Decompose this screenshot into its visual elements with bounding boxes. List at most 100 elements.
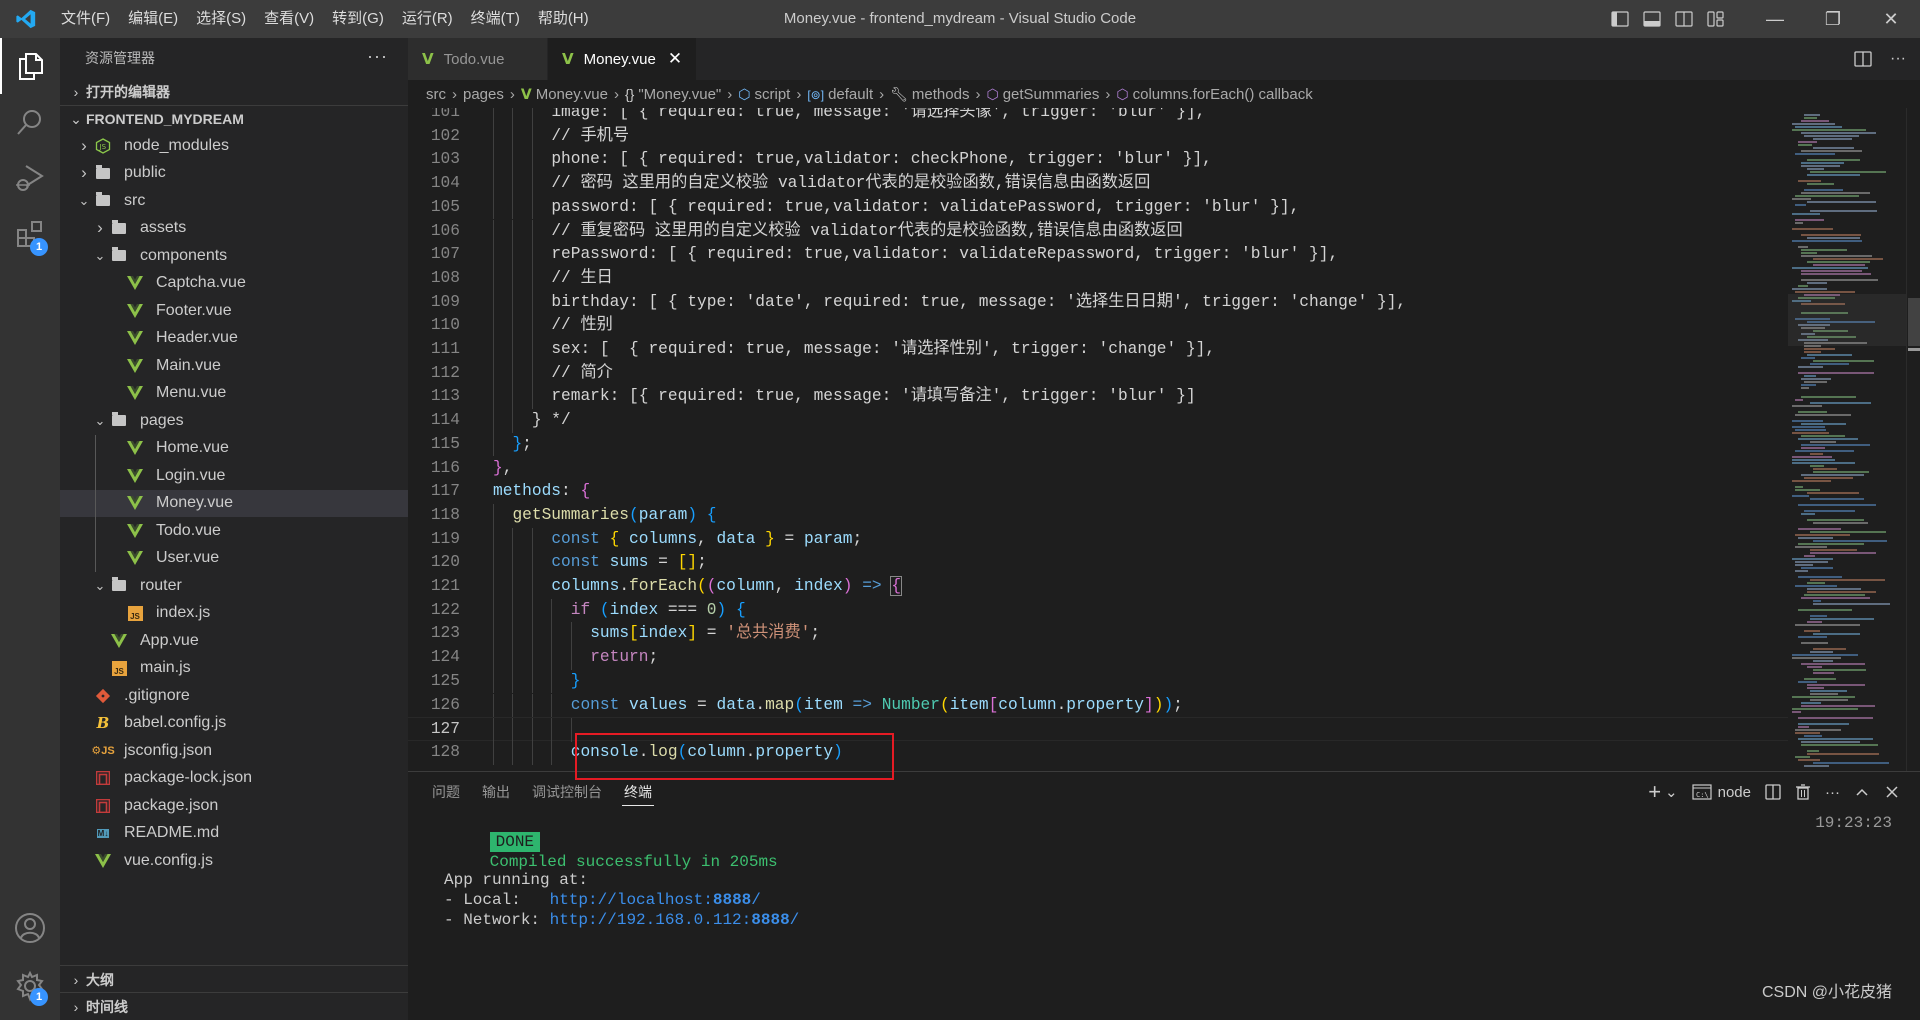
breadcrumb-item[interactable]: src	[426, 86, 446, 103]
tree-file[interactable]: .gitignore	[60, 682, 408, 710]
code-line[interactable]: 122 if (index === 0) {	[408, 598, 1788, 623]
toggle-sidebar-button[interactable]	[1604, 0, 1636, 38]
tab-todo-vue[interactable]: V Todo.vue	[408, 38, 548, 80]
code-line[interactable]: 115};	[408, 432, 1788, 457]
split-terminal-icon[interactable]	[1765, 784, 1781, 800]
tree-file[interactable]: package-lock.json	[60, 765, 408, 793]
tree-file[interactable]: ⚙JS jsconfig.json	[60, 737, 408, 765]
close-tab-icon[interactable]: ✕	[668, 49, 682, 69]
code-line[interactable]: 109 birthday: [ { type: 'date', required:…	[408, 290, 1788, 315]
breadcrumb-item[interactable]: {} "Money.vue"	[625, 86, 721, 103]
activity-run-debug[interactable]	[0, 150, 60, 206]
menu-help[interactable]: 帮助(H)	[529, 0, 598, 38]
breadcrumb-item[interactable]: pages	[463, 86, 504, 103]
trash-icon[interactable]	[1795, 784, 1811, 800]
tree-folder[interactable]: ⌄ router	[60, 572, 408, 600]
minimap[interactable]	[1788, 108, 1906, 771]
new-terminal-icon[interactable]: +	[1648, 779, 1661, 805]
menu-selection[interactable]: 选择(S)	[187, 0, 255, 38]
code-line[interactable]: 110 // 性别	[408, 314, 1788, 338]
code-line[interactable]: 102 // 手机号	[408, 124, 1788, 149]
code-editor[interactable]: 101 image: [ { required: true, message: '…	[408, 108, 1788, 771]
vertical-scrollbar[interactable]	[1906, 108, 1920, 771]
tree-file[interactable]: vue.config.js	[60, 847, 408, 875]
tree-folder[interactable]: › JS node_modules	[60, 132, 408, 160]
code-line[interactable]: 101 image: [ { required: true, message: '…	[408, 108, 1788, 125]
toggle-secondary-sidebar-button[interactable]	[1668, 0, 1700, 38]
code-line[interactable]: 113 remark: [{ required: true, message: '…	[408, 385, 1788, 410]
tree-file[interactable]: package.json	[60, 792, 408, 820]
breadcrumb-item[interactable]: [⊚] default	[807, 86, 873, 103]
code-line[interactable]: 106 // 重复密码 这里用的自定义校验 validator代表的是校验函数,错…	[408, 219, 1788, 244]
tree-file[interactable]: Bbabel.config.js	[60, 710, 408, 738]
split-editor-icon[interactable]	[1854, 51, 1872, 67]
tree-file[interactable]: User.vue	[60, 545, 408, 573]
activity-extensions[interactable]: 1	[0, 206, 60, 262]
tree-file[interactable]: M↓ README.md	[60, 820, 408, 848]
code-line[interactable]: 121 columns.forEach((column, index) => {	[408, 575, 1788, 599]
panel-tab-output[interactable]: 输出	[482, 772, 510, 812]
menu-terminal[interactable]: 终端(T)	[462, 0, 529, 38]
menu-view[interactable]: 查看(V)	[255, 0, 323, 38]
minimap-viewport[interactable]	[1788, 294, 1906, 346]
tree-file[interactable]: App.vue	[60, 627, 408, 655]
code-line[interactable]: 107 rePassword: [ { required: true,valida…	[408, 243, 1788, 267]
tree-file[interactable]: Main.vue	[60, 352, 408, 380]
code-line[interactable]: 114} */	[408, 409, 1788, 433]
minimize-button[interactable]: —	[1746, 0, 1804, 38]
menu-go[interactable]: 转到(G)	[323, 0, 393, 38]
tree-folder[interactable]: ⌄ src	[60, 187, 408, 215]
tree-file[interactable]: Header.vue	[60, 325, 408, 353]
toggle-panel-button[interactable]	[1636, 0, 1668, 38]
terminal-selector[interactable]: C:\ node	[1692, 784, 1751, 801]
menu-run[interactable]: 运行(R)	[393, 0, 462, 38]
tree-file[interactable]: Home.vue	[60, 435, 408, 463]
breadcrumb-item[interactable]: 🔧︎ methods	[890, 86, 969, 103]
code-line[interactable]: 104 // 密码 这里用的自定义校验 validator代表的是校验函数,错误信…	[408, 172, 1788, 196]
open-editors-section[interactable]: › 打开的编辑器	[60, 78, 408, 105]
scrollbar-thumb[interactable]	[1908, 298, 1920, 346]
close-window-button[interactable]: ✕	[1862, 0, 1920, 38]
code-line[interactable]: 125}	[408, 669, 1788, 694]
menu-file[interactable]: 文件(F)	[52, 0, 119, 38]
code-line[interactable]: 118 getSummaries(param) {	[408, 503, 1788, 528]
code-line[interactable]: 117 methods: {	[408, 480, 1788, 504]
tree-file[interactable]: JS index.js	[60, 600, 408, 628]
code-line[interactable]: 105 password: [ { required: true,validato…	[408, 195, 1788, 220]
more-actions-icon[interactable]: ···	[1890, 50, 1906, 68]
tree-folder[interactable]: ⌄ pages	[60, 407, 408, 435]
tree-folder[interactable]: ⌄ components	[60, 242, 408, 270]
tab-money-vue[interactable]: V Money.vue ✕	[548, 38, 698, 80]
panel-tab-problems[interactable]: 问题	[432, 772, 460, 812]
activity-accounts[interactable]	[0, 900, 60, 956]
activity-explorer[interactable]	[0, 38, 60, 94]
code-line[interactable]: 111 sex: [ { required: true, message: '请选…	[408, 338, 1788, 362]
restore-button[interactable]: ❐	[1804, 0, 1862, 38]
breadcrumb-item[interactable]: ⬡ columns.forEach() callback	[1116, 86, 1312, 103]
timeline-section[interactable]: › 时间线	[60, 992, 408, 1020]
outline-section[interactable]: › 大纲	[60, 965, 408, 993]
code-line[interactable]: 120 const sums = [];	[408, 551, 1788, 575]
code-line[interactable]: 126 const values = data.map(item => Numbe…	[408, 693, 1788, 718]
tree-file[interactable]: Footer.vue	[60, 297, 408, 325]
activity-manage[interactable]: 1	[0, 958, 60, 1014]
code-line[interactable]: 119 const { columns, data } = param;	[408, 527, 1788, 552]
breadcrumb-item[interactable]: ⬡ getSummaries	[986, 86, 1099, 103]
code-line[interactable]: 103 phone: [ { required: true,validator: …	[408, 148, 1788, 173]
more-actions-icon[interactable]: ···	[367, 46, 388, 67]
more-actions-icon[interactable]: ···	[1825, 784, 1840, 801]
breadcrumb-item[interactable]: V Money.vue	[521, 86, 608, 103]
terminal-dropdown-icon[interactable]: ⌄	[1665, 783, 1678, 801]
tree-folder[interactable]: › public	[60, 160, 408, 188]
tree-file[interactable]: Captcha.vue	[60, 270, 408, 298]
menu-edit[interactable]: 编辑(E)	[119, 0, 187, 38]
project-section[interactable]: ⌄ FRONTEND_MYDREAM	[60, 105, 408, 132]
code-line[interactable]: 112 // 简介	[408, 361, 1788, 386]
local-url-link[interactable]: http://localhost:8888/	[550, 891, 761, 909]
tree-file[interactable]: Menu.vue	[60, 380, 408, 408]
tree-file[interactable]: JS main.js	[60, 655, 408, 683]
close-panel-icon[interactable]	[1884, 784, 1900, 800]
code-line[interactable]: 108 // 生日	[408, 266, 1788, 291]
activity-search[interactable]	[0, 94, 60, 150]
breadcrumb-item[interactable]: ⬡ script	[738, 86, 790, 103]
